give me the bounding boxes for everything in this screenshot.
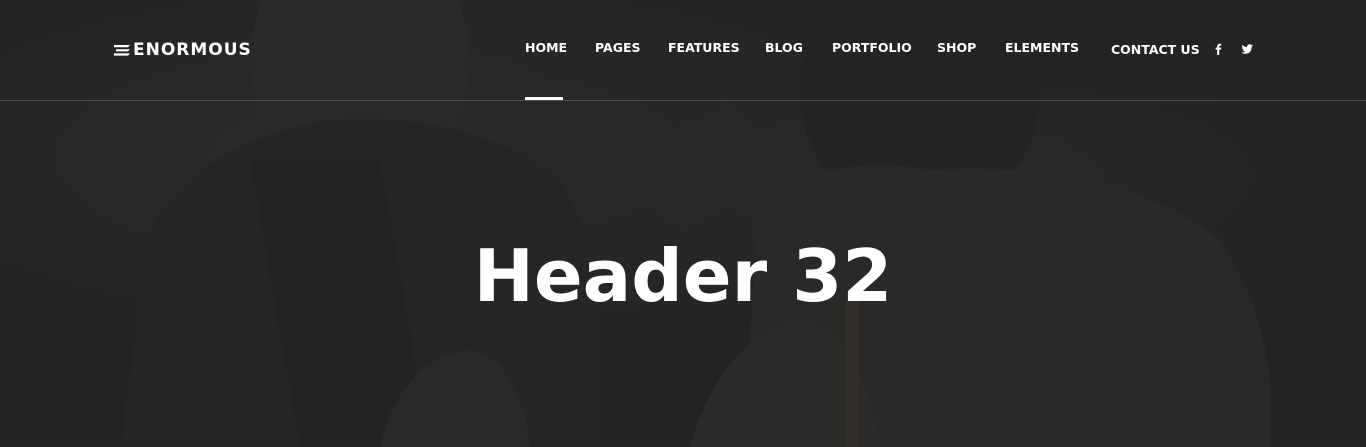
nav-item-elements[interactable]: ELEMENTS: [1005, 40, 1079, 55]
top-navigation-bar: ENORMOUS HOME PAGES FEATURES BLOG PORTFO…: [0, 0, 1366, 101]
brand-logo[interactable]: ENORMOUS: [113, 40, 252, 60]
menu-lines-logo-icon: [114, 45, 130, 56]
active-nav-indicator: [525, 97, 563, 100]
twitter-icon[interactable]: [1240, 42, 1254, 56]
nav-item-blog[interactable]: BLOG: [765, 40, 803, 55]
contact-us-link[interactable]: CONTACT US: [1111, 42, 1200, 57]
nav-item-shop[interactable]: SHOP: [937, 40, 976, 55]
hero-section: ENORMOUS HOME PAGES FEATURES BLOG PORTFO…: [0, 0, 1366, 447]
nav-item-portfolio[interactable]: PORTFOLIO: [832, 40, 912, 55]
page-title: Header 32: [473, 234, 893, 318]
facebook-icon[interactable]: [1211, 42, 1225, 56]
nav-item-features[interactable]: FEATURES: [668, 40, 740, 55]
nav-item-pages[interactable]: PAGES: [595, 40, 641, 55]
nav-item-home[interactable]: HOME: [525, 40, 567, 55]
brand-name: ENORMOUS: [133, 40, 252, 60]
